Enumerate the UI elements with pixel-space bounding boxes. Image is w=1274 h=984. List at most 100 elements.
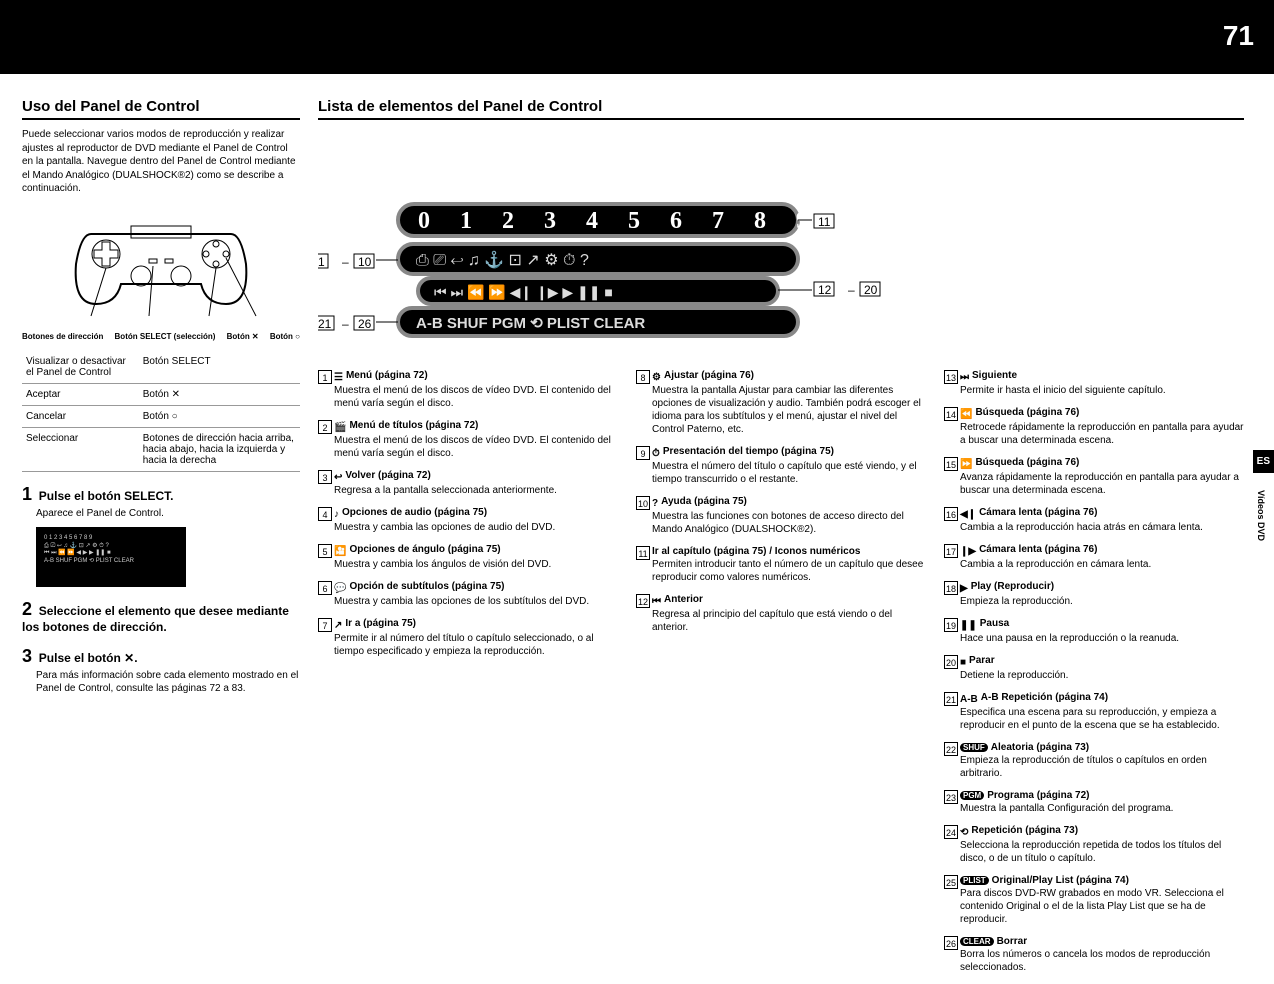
step-1-title: Pulse el botón SELECT.	[39, 489, 174, 503]
items-column-a: 1☰Menú (página 72)Muestra el menú de los…	[318, 370, 618, 984]
controls-table: Visualizar o desactivar el Panel de Cont…	[22, 351, 300, 472]
controller-labels: Botones de dirección Botón SELECT (selec…	[22, 333, 300, 342]
item-title: PGMPrograma (página 72)	[960, 790, 1244, 801]
label-circle: Botón ○	[270, 333, 300, 342]
panel-item-16: 16◀❙Cámara lenta (página 76)Cambia a la …	[944, 507, 1244, 534]
item-number: 4	[318, 507, 332, 521]
svg-text:–: –	[342, 317, 349, 331]
item-desc: Hace una pausa en la reproducción o la r…	[960, 632, 1244, 645]
item-desc: Muestra y cambia los ángulos de visión d…	[334, 558, 618, 571]
gear-icon: ⚙	[652, 372, 661, 383]
subtitle-icon: 💬	[334, 583, 346, 594]
svg-text:0 1 2 3 4 5 6 7 8 9: 0 1 2 3 4 5 6 7 8 9	[418, 208, 820, 234]
item-title: ❚❚Pausa	[960, 618, 1244, 631]
item-desc: Especifica una escena para su reproducci…	[960, 706, 1244, 732]
item-title: ?Ayuda (página 75)	[652, 496, 926, 509]
panel-item-8: 8⚙Ajustar (página 76)Muestra la pantalla…	[636, 370, 926, 436]
item-number: 14	[944, 407, 958, 421]
step-1-num: 1	[22, 484, 32, 505]
panel-item-22: 22SHUFAleatoria (página 73)Empieza la re…	[944, 742, 1244, 780]
ffwd-icon: ⏩	[960, 459, 972, 470]
tbl-r2-a: Cancelar	[22, 406, 139, 428]
item-title: ■Parar	[960, 655, 1244, 668]
item-number: 1	[318, 370, 332, 384]
item-number: 16	[944, 507, 958, 521]
panel-item-25: 25PLISTOriginal/Play List (página 74)Par…	[944, 875, 1244, 926]
item-title: SHUFAleatoria (página 73)	[960, 742, 1244, 753]
item-number: 21	[944, 692, 958, 706]
svg-text:⎙ ⎚ ↩ ♫ ⚓ ⊡ ↗ ⚙ ⏱ ?: ⎙ ⎚ ↩ ♫ ⚓ ⊡ ↗ ⚙ ⏱ ?	[416, 250, 589, 269]
tbl-r0-a: Visualizar o desactivar el Panel de Cont…	[22, 351, 139, 384]
item-desc: Selecciona la reproducción repetida de t…	[960, 839, 1244, 865]
step-3-desc: Para más información sobre cada elemento…	[36, 669, 300, 696]
shuf-icon: SHUF	[960, 743, 988, 752]
item-desc: Permite ir hasta el inicio del siguiente…	[960, 384, 1244, 397]
step-1-desc: Aparece el Panel de Control.	[36, 507, 300, 521]
item-title: ▶Play (Reproducir)	[960, 581, 1244, 594]
item-number: 25	[944, 875, 958, 889]
item-desc: Muestra la pantalla Ajustar para cambiar…	[652, 384, 926, 436]
item-number: 15	[944, 457, 958, 471]
item-desc: Cambia a la reproducción hacia atrás en …	[960, 521, 1244, 534]
slowrev-icon: ◀❙	[960, 509, 976, 520]
mid-heading: Lista de elementos del Panel de Control	[318, 98, 1244, 120]
panel-item-17: 17❙▶Cámara lenta (página 76)Cambia a la …	[944, 544, 1244, 571]
side-section-label: Vídeos DVD	[1256, 490, 1266, 541]
item-title: ↗Ir a (página 75)	[334, 618, 618, 631]
items-column-c: 13⏭SiguientePermite ir hasta el inicio d…	[944, 370, 1244, 984]
step-3: 3 Pulse el botón ✕. Para más información…	[22, 646, 300, 696]
svg-text:–: –	[848, 283, 855, 297]
panel-item-10: 10?Ayuda (página 75)Muestra las funcione…	[636, 496, 926, 536]
step-3-num: 3	[22, 646, 32, 667]
tbl-r1-b: Botón ✕	[139, 384, 300, 406]
item-desc: Retrocede rápidamente la reproducción en…	[960, 421, 1244, 447]
item-title: 🎦Opciones de ángulo (página 75)	[334, 544, 618, 557]
page-header: 71	[0, 0, 1274, 74]
item-title: ⚙Ajustar (página 76)	[652, 370, 926, 383]
label-select: Botón SELECT (selección)	[115, 333, 216, 342]
item-title: ⏪Búsqueda (página 76)	[960, 407, 1244, 420]
panel-item-5: 5🎦Opciones de ángulo (página 75)Muestra …	[318, 544, 618, 571]
help-icon: ?	[652, 498, 658, 509]
left-intro: Puede seleccionar varios modos de reprod…	[22, 128, 300, 196]
item-number: 11	[636, 546, 650, 560]
item-title: Ir al capítulo (página 75) / Iconos numé…	[652, 546, 926, 557]
item-number: 2	[318, 420, 332, 434]
panel-item-6: 6💬Opción de subtítulos (página 75)Muestr…	[318, 581, 618, 608]
panel-item-11: 11Ir al capítulo (página 75) / Iconos nu…	[636, 546, 926, 584]
panel-item-14: 14⏪Búsqueda (página 76)Retrocede rápidam…	[944, 407, 1244, 447]
panel-item-4: 4♪Opciones de audio (página 75)Muestra y…	[318, 507, 618, 534]
item-desc: Regresa a la pantalla seleccionada anter…	[334, 484, 618, 497]
item-number: 10	[636, 496, 650, 510]
menu-icon: ☰	[334, 372, 343, 383]
next-icon: ⏭	[960, 372, 969, 383]
item-title: ♪Opciones de audio (página 75)	[334, 507, 618, 520]
language-badge: ES	[1253, 450, 1274, 473]
item-title: ⏭Siguiente	[960, 370, 1244, 383]
panel-item-26: 26CLEARBorrarBorra los números o cancela…	[944, 936, 1244, 974]
time-icon: ⏱	[652, 448, 660, 459]
svg-text:21: 21	[318, 317, 332, 331]
ab-icon: A-B	[960, 694, 978, 705]
item-number: 13	[944, 370, 958, 384]
step-3-title: Pulse el botón ✕.	[39, 651, 138, 665]
svg-text:10: 10	[358, 255, 372, 269]
item-number: 19	[944, 618, 958, 632]
play-icon: ▶	[960, 583, 968, 594]
item-number: 24	[944, 825, 958, 839]
tbl-r2-b: Botón ○	[139, 406, 300, 428]
clap-icon: 🎬	[334, 422, 346, 433]
item-number: 6	[318, 581, 332, 595]
note-icon: ♪	[334, 509, 339, 520]
goto-icon: ↗	[334, 620, 342, 631]
svg-text:12: 12	[818, 283, 832, 297]
item-number: 12	[636, 594, 650, 608]
item-desc: Muestra las funciones con botones de acc…	[652, 510, 926, 536]
item-title: ☰Menú (página 72)	[334, 370, 618, 383]
panel-item-9: 9⏱Presentación del tiempo (página 75)Mue…	[636, 446, 926, 486]
item-desc: Detiene la reproducción.	[960, 669, 1244, 682]
prev-icon: ⏮	[652, 596, 661, 607]
item-number: 9	[636, 446, 650, 460]
rew-icon: ⏪	[960, 409, 972, 420]
item-title: PLISTOriginal/Play List (página 74)	[960, 875, 1244, 886]
